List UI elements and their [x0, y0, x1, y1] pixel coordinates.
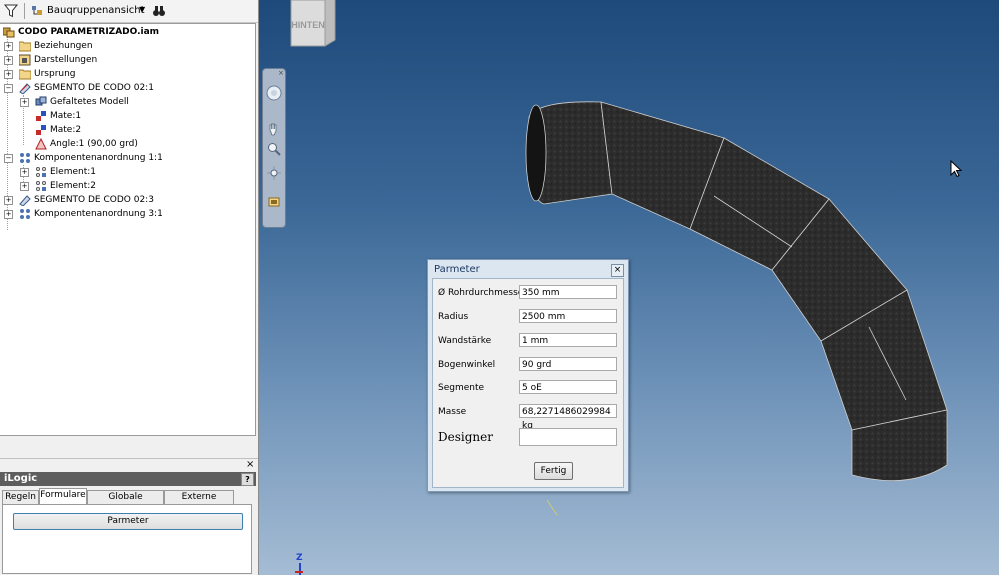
folded-model-icon [35, 96, 47, 106]
assembly-icon [3, 27, 15, 38]
expand-plus-icon[interactable]: + [20, 182, 29, 191]
fertig-button[interactable]: Fertig [534, 462, 573, 480]
tree-item-komponentenanordnung-3[interactable]: + Komponentenanordnung 3:1 [4, 207, 244, 221]
tree-item-label: Element:2 [50, 181, 97, 191]
part-icon [19, 83, 31, 94]
expand-plus-icon[interactable]: + [20, 98, 29, 107]
model-browser-tree: CODO PARAMETRIZADO.iam + Beziehungen + D… [0, 23, 256, 436]
radius-input[interactable]: 2500 mm [519, 309, 617, 323]
part-icon [19, 195, 31, 206]
tab-externe-regeln[interactable]: Externe Regeln [164, 490, 234, 515]
ilogic-title: iLogic [4, 473, 38, 484]
bogenwinkel-label: Bogenwinkel [438, 360, 496, 370]
tree-item-label: Komponentenanordnung 3:1 [34, 209, 163, 219]
tree-item-mate-2[interactable]: Mate:2 [20, 123, 250, 137]
wandstaerke-label: Wandstärke [438, 336, 492, 346]
designer-label: Designer [438, 430, 493, 444]
dialog-title: Parmeter [434, 264, 480, 275]
tree-item-label: Gefaltetes Modell [50, 97, 129, 107]
expand-plus-icon[interactable]: + [4, 56, 13, 65]
parmeter-dialog: Parmeter × Ø Rohrdurchmesser 350 mm Radi… [427, 259, 629, 492]
tree-item-gefaltetes-modell[interactable]: + Gefaltetes Modell [20, 95, 250, 109]
rohrdurchmesser-label: Ø Rohrdurchmesser [438, 288, 528, 298]
tree-item-label: Element:1 [50, 167, 97, 177]
folder-icon [19, 41, 31, 52]
tree-item-element-2[interactable]: + Element:2 [20, 179, 250, 193]
form-parmeter-button[interactable]: Parmeter [13, 513, 243, 530]
ilogic-panel-splitter[interactable]: × [0, 458, 258, 472]
tree-item-ursprung[interactable]: + Ursprung [4, 67, 244, 81]
dialog-body: Ø Rohrdurchmesser 350 mm Radius 2500 mm … [432, 278, 624, 488]
z-axis-line [299, 563, 301, 575]
tree-item-segment-3[interactable]: + SEGMENTO DE CODO 02:3 [4, 193, 244, 207]
radius-label: Radius [438, 312, 469, 322]
browser-view-selector[interactable]: Bauqruppenansicht [47, 5, 145, 16]
ilogic-tabs: Regeln Formulare Globale Formulare Exter… [0, 488, 256, 515]
chevron-down-icon[interactable]: ▼ [139, 5, 145, 14]
3d-viewport[interactable]: HINTEN × Z [259, 0, 999, 575]
tree-item-label: SEGMENTO DE CODO 02:3 [34, 195, 154, 205]
tree-item-label: Mate:2 [50, 125, 82, 135]
representations-icon [19, 54, 31, 66]
masse-label: Masse [438, 407, 467, 417]
segmente-input[interactable]: 5 oE [519, 380, 617, 394]
rohrdurchmesser-input[interactable]: 350 mm [519, 285, 617, 299]
expand-plus-icon[interactable]: + [4, 196, 13, 205]
folder-icon [19, 69, 31, 80]
pipe-elbow-model[interactable] [259, 0, 999, 575]
component-pattern-icon [20, 209, 30, 219]
close-button[interactable]: × [611, 264, 624, 277]
masse-input[interactable]: 68,2271486029984 kg [519, 404, 617, 431]
assembly-view-icon [32, 6, 42, 15]
wandstaerke-input[interactable]: 1 mm [519, 333, 617, 347]
x-axis-line [295, 571, 303, 573]
expand-plus-icon[interactable]: + [20, 168, 29, 177]
pattern-element-icon [36, 167, 46, 177]
tree-item-label: Komponentenanordnung 1:1 [34, 153, 163, 163]
tree-item-label: SEGMENTO DE CODO 02:1 [34, 83, 154, 93]
mate-constraint-icon [36, 111, 46, 121]
tree-item-label: Darstellungen [34, 55, 98, 65]
tab-formulare[interactable]: Formulare [39, 488, 87, 505]
expand-plus-icon[interactable]: + [4, 70, 13, 79]
expand-plus-icon[interactable]: + [4, 210, 13, 219]
tab-regeln[interactable]: Regeln [2, 490, 39, 505]
ilogic-panel-header: iLogic ? [0, 472, 256, 486]
mouse-pointer-icon [950, 160, 962, 178]
toolbar-separator [24, 3, 25, 19]
binoculars-icon[interactable] [152, 4, 166, 18]
tree-item-label: Angle:1 (90,00 grd) [50, 139, 138, 149]
close-icon[interactable]: × [246, 459, 254, 470]
tree-item-label: Mate:1 [50, 111, 82, 121]
collapse-minus-icon[interactable]: − [4, 84, 13, 93]
angle-constraint-icon [35, 138, 47, 150]
expand-plus-icon[interactable]: + [4, 42, 13, 51]
tree-item-angle[interactable]: Angle:1 (90,00 grd) [20, 137, 250, 151]
browser-panel: Bauqruppenansicht ▼ CODO PARAMETRIZADO.i… [0, 0, 259, 575]
tree-item-mate-1[interactable]: Mate:1 [20, 109, 250, 123]
tree-item-label: CODO PARAMETRIZADO.iam [18, 27, 160, 37]
designer-input[interactable] [519, 428, 617, 446]
ilogic-tab-content: Parmeter [2, 504, 252, 574]
tree-item-beziehungen[interactable]: + Beziehungen [4, 39, 244, 53]
z-axis-label: Z [296, 553, 303, 563]
mate-constraint-icon [36, 125, 46, 135]
tree-item-darstellungen[interactable]: + Darstellungen [4, 53, 244, 67]
tree-item-label: Ursprung [34, 69, 76, 79]
tree-item-label: Beziehungen [34, 41, 93, 51]
tree-item-element-1[interactable]: + Element:1 [20, 165, 250, 179]
tab-globale-formulare[interactable]: Globale Formulare [87, 490, 164, 515]
tree-item-segment-1[interactable]: − SEGMENTO DE CODO 02:1 [4, 81, 244, 95]
bogenwinkel-input[interactable]: 90 grd [519, 357, 617, 371]
filter-icon[interactable] [4, 4, 18, 18]
segmente-label: Segmente [438, 383, 485, 393]
component-pattern-icon [20, 153, 30, 163]
help-icon[interactable]: ? [241, 473, 254, 486]
tree-item-komponentenanordnung-1[interactable]: − Komponentenanordnung 1:1 [4, 151, 244, 165]
browser-toolbar: Bauqruppenansicht ▼ [0, 0, 258, 23]
collapse-minus-icon[interactable]: − [4, 154, 13, 163]
tree-item-root[interactable]: CODO PARAMETRIZADO.iam [3, 25, 253, 39]
pattern-element-icon [36, 181, 46, 191]
